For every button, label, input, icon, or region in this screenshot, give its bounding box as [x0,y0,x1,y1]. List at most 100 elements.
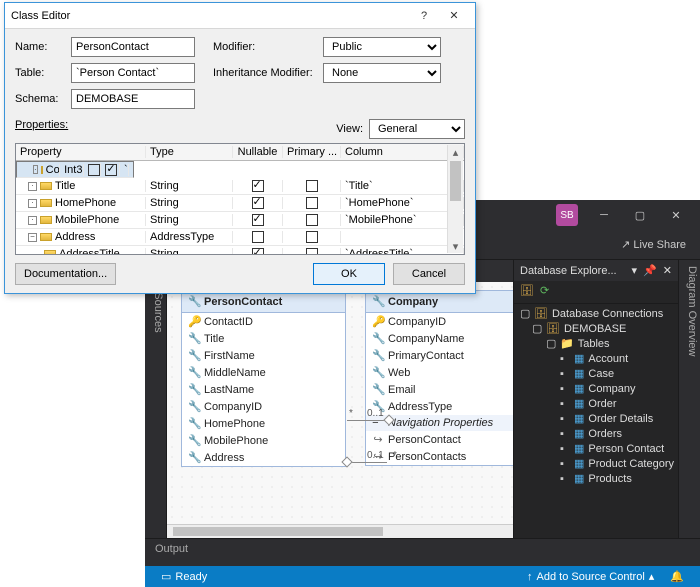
nullable-checkbox[interactable] [252,231,264,243]
col-nullable[interactable]: Nullable [233,146,283,158]
live-share-button[interactable]: ↗ Live Share [615,236,692,253]
table-node[interactable]: ▪▦Orders [514,426,678,441]
expand-icon[interactable]: ▪ [560,353,570,365]
entity-field[interactable]: 🔧CompanyID [182,398,345,415]
table-input[interactable] [71,63,195,83]
scroll-down-icon[interactable]: ▾ [448,239,463,253]
entity-field[interactable]: 🔧Title [182,330,345,347]
entity-field[interactable]: 🔧CompanyName [366,330,513,347]
grid-row[interactable]: ·ContactIDInt32`ContactID` [16,161,134,178]
expand-icon[interactable]: ▪ [560,398,570,410]
primary-checkbox[interactable] [306,231,318,243]
pin-icon[interactable]: 📌 [643,264,657,277]
primary-checkbox[interactable] [306,248,318,255]
col-type[interactable]: Type [146,146,233,158]
table-node[interactable]: ▪▦Case [514,366,678,381]
user-badge[interactable]: SB [556,204,578,226]
close-button[interactable]: ✕ [439,5,469,27]
help-button[interactable]: ? [409,5,439,27]
dropdown-icon[interactable]: ▾ [632,264,638,277]
table-node[interactable]: ▪▦Account [514,351,678,366]
primary-checkbox[interactable] [306,197,318,209]
grid-row[interactable]: ·TitleString`Title` [16,178,464,195]
entity-field[interactable]: 🔑CompanyID [366,313,513,330]
entity-field[interactable]: 🔧MobilePhone [182,432,345,449]
name-input[interactable] [71,37,195,57]
entity-field[interactable]: 🔧MiddleName [182,364,345,381]
primary-checkbox[interactable] [105,164,117,176]
expand-icon[interactable]: · [28,182,37,191]
entity-field[interactable]: 🔧Address [182,449,345,466]
col-column[interactable]: Column [341,146,464,158]
primary-checkbox[interactable] [306,180,318,192]
expand-icon[interactable]: ▪ [560,428,570,440]
modifier-select[interactable]: Public [323,37,441,57]
properties-grid[interactable]: Property Type Nullable Primary ... Colum… [15,143,465,255]
nullable-checkbox[interactable] [252,197,264,209]
expand-icon[interactable]: ▪ [560,383,570,395]
dialog-titlebar[interactable]: Class Editor ? ✕ [5,3,475,29]
grid-row[interactable]: −AddressAddressType [16,229,464,246]
expand-icon[interactable]: ▪ [560,443,570,455]
col-primary[interactable]: Primary ... [283,146,341,158]
close-button[interactable]: ✕ [658,200,694,230]
grid-row[interactable]: ·MobilePhoneString`MobilePhone` [16,212,464,229]
entity-personcontact[interactable]: 🔧PersonContact 🔑ContactID🔧Title🔧FirstNam… [181,290,346,467]
nav-property[interactable]: ↪PersonContact [366,431,513,448]
expand-icon[interactable]: ▪ [560,458,570,470]
side-tab-diagram-overview[interactable]: Diagram Overview [678,260,700,538]
nullable-checkbox[interactable] [252,248,264,255]
expand-icon[interactable]: · [28,216,37,225]
entity-field[interactable]: 🔧FirstName [182,347,345,364]
nullable-checkbox[interactable] [252,180,264,192]
ok-button[interactable]: OK [313,263,385,285]
table-node[interactable]: ▪▦Products [514,471,678,486]
notifications-icon[interactable]: 🔔 [662,570,692,583]
primary-checkbox[interactable] [306,214,318,226]
nullable-checkbox[interactable] [252,214,264,226]
table-node[interactable]: ▪▦Order Details [514,411,678,426]
entity-company[interactable]: 🔧Company 🔑CompanyID🔧CompanyName🔧PrimaryC… [365,290,513,466]
expand-icon[interactable]: · [28,199,37,208]
schema-input[interactable] [71,89,195,109]
grid-scrollbar[interactable]: ▴ ▾ [447,145,463,253]
diagram-canvas[interactable]: 🔧PersonContact 🔑ContactID🔧Title🔧FirstNam… [167,282,513,538]
entity-field[interactable]: 🔧AddressType [366,398,513,415]
side-tab-data-sources[interactable]: Data Sources [145,260,167,538]
entity-field[interactable]: 🔧HomePhone [182,415,345,432]
entity-field[interactable]: 🔧Email [366,381,513,398]
add-connection-icon[interactable]: 🗄 [520,284,536,300]
nav-property[interactable]: ↪PersonContacts [366,448,513,465]
cancel-button[interactable]: Cancel [393,263,465,285]
refresh-icon[interactable]: ⟳ [540,284,556,300]
close-icon[interactable]: ✕ [663,264,672,277]
add-source-control[interactable]: ↑ Add to Source Control ▴ [519,570,662,583]
expand-icon[interactable]: − [28,233,37,242]
expand-icon[interactable]: ▪ [560,368,570,380]
entity-field[interactable]: 🔧LastName [182,381,345,398]
expand-icon[interactable]: · [33,165,38,174]
nullable-checkbox[interactable] [88,164,100,176]
grid-row[interactable]: AddressTitleString`AddressTitle` [16,246,464,255]
inheritance-select[interactable]: None [323,63,441,83]
expand-icon[interactable]: ▪ [560,413,570,425]
wrench-icon: 🔧 [188,451,200,464]
table-node[interactable]: ▪▦Product Category [514,456,678,471]
minimize-button[interactable]: ─ [586,200,622,230]
db-tree[interactable]: ▢🗄Database Connections ▢🗄DEMOBASE ▢📁Tabl… [514,304,678,538]
output-panel-header[interactable]: Output [145,538,700,566]
table-node[interactable]: ▪▦Company [514,381,678,396]
entity-field[interactable]: 🔑ContactID [182,313,345,330]
entity-field[interactable]: 🔧PrimaryContact [366,347,513,364]
scroll-up-icon[interactable]: ▴ [448,145,463,159]
expand-icon[interactable]: ▪ [560,473,570,485]
table-node[interactable]: ▪▦Order [514,396,678,411]
documentation-button[interactable]: Documentation... [15,263,116,285]
entity-field[interactable]: 🔧Web [366,364,513,381]
maximize-button[interactable]: ▢ [622,200,658,230]
horizontal-scrollbar[interactable] [167,524,513,538]
col-property[interactable]: Property [16,146,146,158]
table-node[interactable]: ▪▦Person Contact [514,441,678,456]
grid-row[interactable]: ·HomePhoneString`HomePhone` [16,195,464,212]
view-select[interactable]: General [369,119,465,139]
